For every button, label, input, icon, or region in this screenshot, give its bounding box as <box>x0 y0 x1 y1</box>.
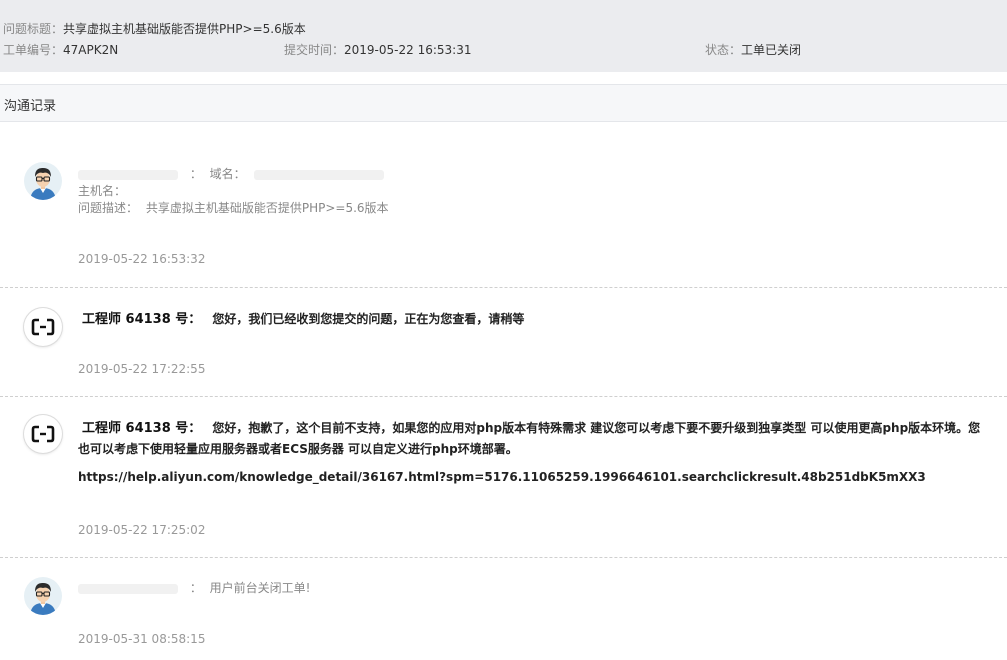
message-text: 您好，我们已经收到您提交的问题，正在为您查看，请稍等 <box>212 312 525 326</box>
ticket-title-value: 共享虚拟主机基础版能否提供PHP>=5.6版本 <box>63 22 306 36</box>
ticket-title-label: 问题标题： <box>3 22 64 36</box>
desc-label: 问题描述： <box>78 201 139 215</box>
engineer-message-body: 工程师 64138 号： 您好，我们已经收到您提交的问题，正在为您查看，请稍等 <box>82 309 524 329</box>
status-label: 状态： <box>705 43 742 57</box>
aliyun-logo-icon <box>24 308 62 346</box>
host-label: 主机名： <box>78 184 127 198</box>
message-text: 您好，抱歉了，这个目前不支持，如果您的应用对php版本有特殊需求 建议您可以考虑… <box>78 421 981 456</box>
message-time: 2019-05-22 17:22:55 <box>78 362 206 376</box>
domain-label: 域名： <box>209 167 246 181</box>
message-engineer-1: 工程师 64138 号： 您好，我们已经收到您提交的问题，正在为您查看，请稍等 … <box>0 288 1007 396</box>
message-user-1: ： 域名： 主机名： 问题描述： 共享虚拟主机基础版能否提供PHP>=5.6版本… <box>0 160 1007 288</box>
user-avatar-icon <box>24 162 62 200</box>
colon-sep: ： <box>189 167 202 181</box>
engineer-name: 工程师 64138 号： <box>82 312 202 327</box>
message-user-2: ： 用户前台关闭工单! 2019-05-31 08:58:15 <box>0 558 1007 660</box>
colon-sep: ： <box>189 581 202 595</box>
submit-time-value: 2019-05-22 16:53:31 <box>344 43 472 57</box>
message-time: 2019-05-22 17:25:02 <box>78 523 206 537</box>
ticket-submit-time: 提交时间：2019-05-22 16:53:31 <box>284 42 471 58</box>
desc-value: 共享虚拟主机基础版能否提供PHP>=5.6版本 <box>145 201 389 215</box>
message-time: 2019-05-22 16:53:32 <box>78 252 206 266</box>
line-desc: 问题描述： 共享虚拟主机基础版能否提供PHP>=5.6版本 <box>78 200 389 217</box>
communication-records-bar: 沟通记录 <box>0 84 1007 122</box>
redacted-username <box>78 169 178 180</box>
user-message-body: ： 用户前台关闭工单! <box>78 580 310 597</box>
redacted-domain <box>253 169 384 180</box>
ticket-id: 工单编号：47APK2N <box>3 42 118 58</box>
message-text: 用户前台关闭工单! <box>209 581 311 595</box>
ticket-id-label: 工单编号： <box>3 43 64 57</box>
line-host: 主机名： <box>78 183 389 200</box>
ticket-header: 问题标题：共享虚拟主机基础版能否提供PHP>=5.6版本 工单编号：47APK2… <box>0 0 1007 72</box>
status-value: 工单已关闭 <box>741 43 802 57</box>
help-link[interactable]: https://help.aliyun.com/knowledge_detail… <box>78 470 926 484</box>
ticket-id-value: 47APK2N <box>63 43 119 57</box>
message-engineer-2: 工程师 64138 号： 您好，抱歉了，这个目前不支持，如果您的应用对php版本… <box>0 397 1007 557</box>
engineer-name: 工程师 64138 号： <box>82 421 202 436</box>
message-time: 2019-05-31 08:58:15 <box>78 632 206 646</box>
engineer-message-body: 工程师 64138 号： 您好，抱歉了，这个目前不支持，如果您的应用对php版本… <box>78 417 990 459</box>
aliyun-logo-icon <box>24 415 62 453</box>
ticket-title-row: 问题标题：共享虚拟主机基础版能否提供PHP>=5.6版本 <box>3 21 306 37</box>
submit-time-label: 提交时间： <box>284 43 345 57</box>
user-message-body: ： 域名： 主机名： 问题描述： 共享虚拟主机基础版能否提供PHP>=5.6版本 <box>78 166 389 217</box>
ticket-status: 状态：工单已关闭 <box>705 42 801 58</box>
redacted-username <box>78 583 178 594</box>
section-title: 沟通记录 <box>4 99 57 114</box>
user-avatar-icon <box>24 577 62 615</box>
line-domain: ： 域名： <box>78 166 389 183</box>
